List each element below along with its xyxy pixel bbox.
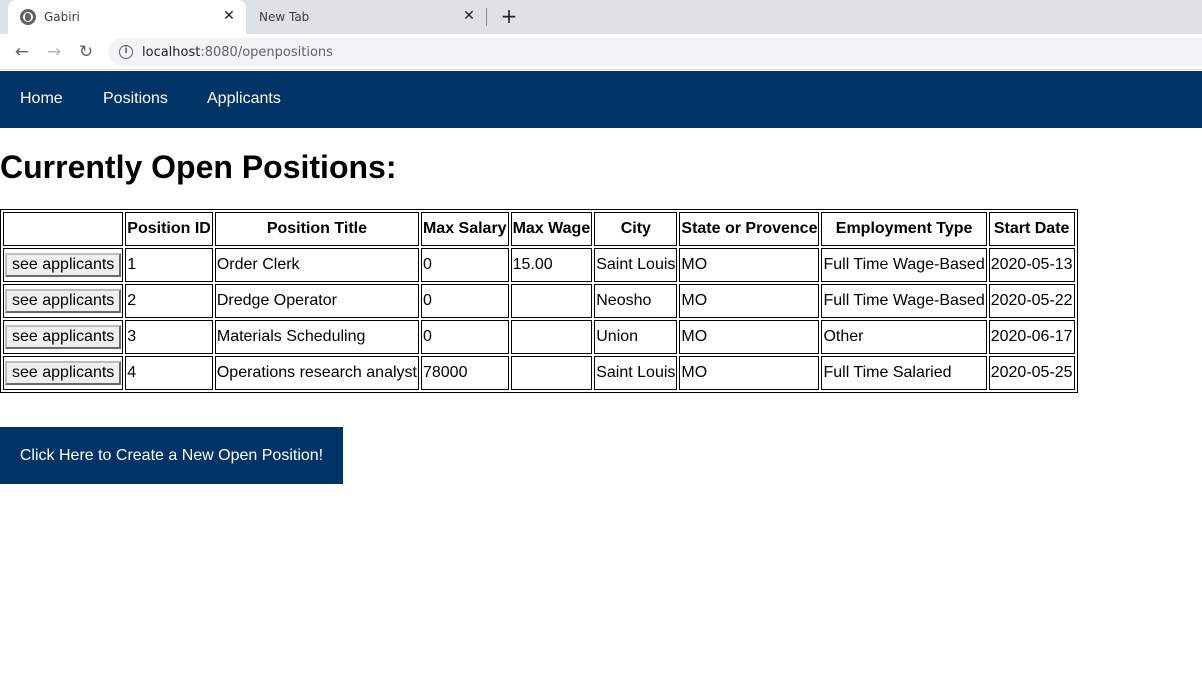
nav-link-applicants[interactable]: Applicants <box>207 90 281 108</box>
table-header-row: Position ID Position Title Max Salary Ma… <box>3 212 1075 246</box>
column-header-employment-type: Employment Type <box>821 212 987 246</box>
url-text[interactable]: localhost:8080/openpositions <box>142 45 333 60</box>
position-id-cell: 3 <box>125 320 213 354</box>
column-header-state: State or Provence <box>679 212 820 246</box>
employment-type-cell: Other <box>821 320 987 354</box>
start-date-cell: 2020-06-17 <box>988 320 1075 354</box>
max-wage-cell <box>510 356 593 390</box>
see-applicants-button[interactable]: see applicants <box>5 253 122 277</box>
column-header-max-salary: Max Salary <box>420 212 509 246</box>
column-header-action <box>3 212 124 246</box>
position-title-cell: Materials Scheduling <box>214 320 419 354</box>
position-title-cell: Operations research analyst <box>214 356 419 390</box>
state-cell: MO <box>679 284 820 318</box>
max-salary-cell: 78000 <box>420 356 509 390</box>
see-applicants-button[interactable]: see applicants <box>5 361 122 385</box>
reload-icon[interactable]: ↻ <box>74 40 98 64</box>
max-salary-cell: 0 <box>420 320 509 354</box>
action-cell: see applicants <box>3 320 124 354</box>
column-header-city: City <box>594 212 678 246</box>
page-title: Currently Open Positions: <box>0 149 397 185</box>
city-cell: Union <box>594 320 678 354</box>
table-row: see applicants 1 Order Clerk 0 15.00 Sai… <box>3 248 1075 282</box>
table-row: see applicants 3 Materials Scheduling 0 … <box>3 320 1075 354</box>
column-header-start-date: Start Date <box>988 212 1075 246</box>
browser-tab-new-tab[interactable]: New Tab ✕ <box>246 0 486 34</box>
site-navbar: Home Positions Applicants <box>0 71 1202 128</box>
table-row: see applicants 2 Dredge Operator 0 Neosh… <box>3 284 1075 318</box>
column-header-max-wage: Max Wage <box>510 212 593 246</box>
nav-link-positions[interactable]: Positions <box>103 90 168 108</box>
action-cell: see applicants <box>3 356 124 390</box>
position-title-cell: Order Clerk <box>214 248 419 282</box>
max-wage-cell <box>510 284 593 318</box>
employment-type-cell: Full Time Wage-Based <box>821 284 987 318</box>
nav-link-home[interactable]: Home <box>20 90 63 108</box>
back-arrow-icon[interactable]: ← <box>10 40 34 64</box>
max-salary-cell: 0 <box>420 248 509 282</box>
state-cell: MO <box>679 248 820 282</box>
browser-toolbar: ← → ↻ i localhost:8080/openpositions <box>0 34 1202 70</box>
browser-tabstrip: Gabiri ✕ New Tab ✕ + <box>0 0 1202 34</box>
action-cell: see applicants <box>3 248 124 282</box>
position-id-cell: 2 <box>125 284 213 318</box>
max-wage-cell: 15.00 <box>510 248 593 282</box>
action-cell: see applicants <box>3 284 124 318</box>
address-bar[interactable]: i localhost:8080/openpositions <box>108 38 1202 66</box>
column-header-position-title: Position Title <box>214 212 419 246</box>
close-icon[interactable]: ✕ <box>221 8 237 24</box>
close-icon[interactable]: ✕ <box>461 8 477 24</box>
employment-type-cell: Full Time Wage-Based <box>821 248 987 282</box>
start-date-cell: 2020-05-22 <box>988 284 1075 318</box>
position-id-cell: 1 <box>125 248 213 282</box>
city-cell: Saint Louis <box>594 248 678 282</box>
city-cell: Saint Louis <box>594 356 678 390</box>
tab-title: New Tab <box>259 10 310 24</box>
state-cell: MO <box>679 320 820 354</box>
globe-icon <box>20 9 36 25</box>
tab-divider <box>486 8 487 26</box>
tab-title: Gabiri <box>44 10 80 24</box>
state-cell: MO <box>679 356 820 390</box>
plus-icon[interactable]: + <box>498 5 520 27</box>
position-title-cell: Dredge Operator <box>214 284 419 318</box>
start-date-cell: 2020-05-13 <box>988 248 1075 282</box>
see-applicants-button[interactable]: see applicants <box>5 289 122 313</box>
position-id-cell: 4 <box>125 356 213 390</box>
city-cell: Neosho <box>594 284 678 318</box>
max-wage-cell <box>510 320 593 354</box>
see-applicants-button[interactable]: see applicants <box>5 325 122 349</box>
column-header-position-id: Position ID <box>125 212 213 246</box>
info-icon[interactable]: i <box>119 45 133 59</box>
employment-type-cell: Full Time Salaried <box>821 356 987 390</box>
url-path: :8080/openpositions <box>200 45 333 60</box>
url-host: localhost <box>142 45 201 60</box>
max-salary-cell: 0 <box>420 284 509 318</box>
create-open-position-button[interactable]: Click Here to Create a New Open Position… <box>0 427 343 484</box>
forward-arrow-icon[interactable]: → <box>42 40 66 64</box>
browser-tab-gabiri[interactable]: Gabiri ✕ <box>8 0 246 34</box>
open-positions-table: Position ID Position Title Max Salary Ma… <box>0 209 1078 393</box>
start-date-cell: 2020-05-25 <box>988 356 1075 390</box>
table-row: see applicants 4 Operations research ana… <box>3 356 1075 390</box>
